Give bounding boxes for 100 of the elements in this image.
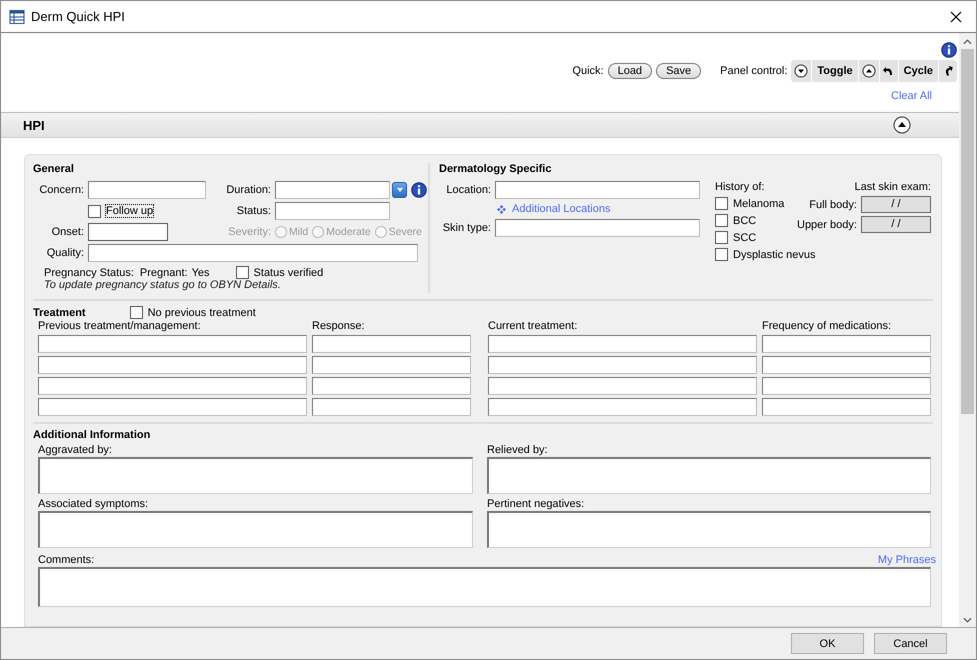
field-label: Status:: [236, 205, 271, 217]
treatment-field[interactable]: [488, 377, 757, 395]
concern-field[interactable]: [88, 181, 206, 199]
field-value: Yes: [192, 266, 210, 278]
checkbox-label[interactable]: Melanoma: [733, 198, 784, 210]
scroll-down-icon[interactable]: [963, 617, 972, 623]
checkbox[interactable]: [715, 214, 728, 227]
text-area[interactable]: [487, 457, 931, 494]
field-label: Pertinent negatives:: [487, 498, 586, 510]
up-arrow-circle-icon[interactable]: [862, 64, 876, 78]
undo-icon[interactable]: [882, 65, 895, 77]
treatment-field[interactable]: [38, 356, 307, 374]
skin-type-field[interactable]: [495, 219, 700, 237]
checkbox-label[interactable]: Status verified: [254, 266, 324, 278]
field-label: History of:: [715, 181, 766, 193]
field-label: Pregnant:: [140, 266, 188, 278]
cross-arrows-icon: [497, 204, 506, 214]
dialog-button[interactable]: OK: [791, 633, 864, 654]
field-label: Concern:: [38, 184, 84, 196]
text-area[interactable]: [487, 511, 931, 548]
treatment-field[interactable]: [38, 335, 307, 353]
checkbox[interactable]: [715, 231, 728, 244]
comments-area[interactable]: [38, 567, 931, 607]
scroll-up-icon[interactable]: [963, 39, 972, 45]
quick-label: Quick:: [572, 65, 604, 77]
text-area[interactable]: [38, 511, 473, 548]
info-icon[interactable]: [411, 182, 427, 198]
field-label: Last skin exam:: [854, 181, 931, 193]
section-heading: Treatment: [33, 306, 86, 318]
field-label: Duration:: [225, 184, 271, 196]
panel-button[interactable]: Cycle: [898, 60, 939, 82]
my-phrases-link[interactable]: My Phrases: [878, 554, 936, 566]
field-label: Location:: [445, 184, 491, 196]
checkbox-label[interactable]: BCC: [733, 214, 756, 226]
table-icon: [9, 8, 25, 24]
treatment-field[interactable]: [488, 398, 757, 416]
column-label: Frequency of medications:: [762, 320, 892, 332]
field-label: Comments:: [38, 554, 94, 566]
column-label: Response:: [312, 320, 366, 332]
dropdown-button[interactable]: [392, 182, 407, 198]
field-label: Aggravated by:: [38, 444, 113, 456]
treatment-field[interactable]: [762, 335, 931, 353]
field-label: Upper body:: [797, 218, 857, 230]
checkbox[interactable]: [715, 197, 728, 210]
scrollbar[interactable]: [959, 33, 976, 627]
additional-locations-link[interactable]: Additional Locations: [495, 203, 707, 215]
location-field[interactable]: [495, 181, 700, 199]
clear-all-link[interactable]: Clear All: [891, 90, 932, 108]
treatment-field[interactable]: [762, 377, 931, 395]
section-heading: Additional Information: [33, 429, 152, 441]
field-label: Relieved by:: [487, 444, 549, 456]
down-arrow-circle-icon[interactable]: [794, 64, 808, 78]
checkbox[interactable]: [236, 266, 249, 279]
treatment-field[interactable]: [38, 398, 307, 416]
field-label: Pregnancy Status:: [44, 266, 134, 278]
treatment-field[interactable]: [312, 377, 471, 395]
date-field[interactable]: / /: [860, 216, 931, 233]
column-label: Previous treatment/management:: [38, 320, 202, 332]
onset-field[interactable]: [88, 223, 168, 241]
quality-field[interactable]: [88, 244, 418, 262]
treatment-field[interactable]: [488, 356, 757, 374]
column-label: Current treatment:: [488, 320, 578, 332]
field-label: Severity:: [227, 226, 271, 238]
treatment-field[interactable]: [762, 398, 931, 416]
field-label: Skin type:: [442, 222, 491, 234]
checkbox[interactable]: [715, 248, 728, 261]
duration-field[interactable]: [275, 181, 390, 199]
quick-button[interactable]: Save: [656, 63, 702, 79]
field-label: Onset:: [50, 226, 84, 238]
section-title: HPI: [23, 118, 45, 132]
checkbox[interactable]: [130, 306, 143, 319]
treatment-field[interactable]: [312, 398, 471, 416]
field-label: Quality:: [46, 247, 84, 259]
field-label: Associated symptoms:: [38, 498, 150, 510]
status-field[interactable]: [275, 202, 390, 220]
field-label: Full body:: [809, 198, 857, 210]
date-field[interactable]: / /: [860, 196, 931, 213]
info-icon[interactable]: [941, 42, 957, 58]
checkbox-label[interactable]: No previous treatment: [148, 306, 256, 318]
collapse-icon[interactable]: [893, 116, 911, 134]
caret-icon[interactable]: [396, 186, 404, 194]
checkbox[interactable]: [88, 204, 101, 218]
note-text: To update pregnancy status go to OBYN Details.: [43, 279, 282, 291]
checkbox-label[interactable]: Dysplastic nevus: [733, 248, 816, 260]
treatment-field[interactable]: [488, 335, 757, 353]
treatment-field[interactable]: [38, 377, 307, 395]
text-area[interactable]: [38, 457, 473, 494]
dialog-button[interactable]: Cancel: [874, 633, 947, 654]
checkbox-label[interactable]: Follow up: [106, 205, 154, 217]
quick-button[interactable]: Load: [608, 63, 652, 79]
panel-button[interactable]: Toggle: [812, 60, 859, 82]
treatment-field[interactable]: [762, 356, 931, 374]
section-heading: Dermatology Specific: [439, 163, 552, 175]
window-title: Derm Quick HPI: [31, 9, 126, 24]
close-icon[interactable]: [950, 10, 962, 22]
panel-control-label: Panel control:: [720, 65, 788, 77]
section-heading: General: [33, 163, 75, 175]
checkbox-label[interactable]: SCC: [733, 232, 756, 244]
treatment-field[interactable]: [312, 335, 471, 353]
treatment-field[interactable]: [312, 356, 471, 374]
